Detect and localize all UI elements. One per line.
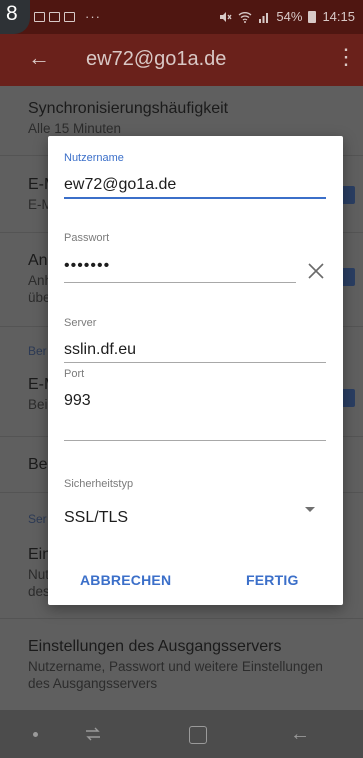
password-field[interactable]: •••••••	[64, 257, 110, 275]
clock: 14:15	[322, 9, 355, 24]
outgoing-server-subtitle-line1: Nutzername, Passwort und weitere Einstel…	[28, 659, 323, 674]
server-field[interactable]: sslin.df.eu	[64, 341, 136, 359]
nav-back-icon[interactable]: ←	[290, 724, 310, 744]
wifi-icon	[238, 11, 252, 23]
username-field[interactable]: ew72@go1a.de	[64, 176, 176, 194]
server-label: Server	[64, 317, 97, 329]
system-indicators: 54% 14:15	[219, 9, 355, 24]
system-nav-bar: ←	[0, 710, 363, 758]
port-field[interactable]: 993	[64, 392, 91, 410]
security-type-label: Sicherheitstyp	[64, 478, 134, 490]
done-button[interactable]: FERTIG	[246, 572, 299, 588]
mute-icon	[220, 11, 232, 22]
sync-frequency-title: Synchronisierungshäufigkeit	[28, 100, 229, 117]
notification-icons: ···	[34, 9, 101, 24]
nav-dot-icon	[33, 732, 38, 737]
username-label: Nutzername	[64, 152, 124, 164]
checkbox-checked[interactable]	[341, 389, 355, 407]
section-header-1: Ber	[28, 344, 47, 358]
server-underline	[64, 362, 326, 363]
outgoing-server-title: Einstellungen des Ausgangsservers	[28, 638, 282, 655]
recent-apps-icon[interactable]	[84, 726, 102, 742]
back-arrow-icon[interactable]: ←	[28, 47, 50, 69]
section-header-2: Ser	[28, 512, 47, 526]
port-label: Port	[64, 368, 85, 380]
image-notification-icon	[34, 11, 45, 22]
sync-frequency-setting[interactable]: Synchronisierungshäufigkeit Alle 15 Minu…	[28, 100, 228, 137]
home-button-icon[interactable]	[189, 726, 207, 744]
clear-password-icon[interactable]	[303, 258, 329, 284]
signal-icon	[259, 12, 269, 23]
security-type-dropdown[interactable]: SSL/TLS	[64, 509, 128, 527]
overflow-menu-icon[interactable]: ⋮	[335, 46, 357, 68]
outgoing-server-settings[interactable]: Einstellungen des Ausgangsservers Nutzer…	[28, 638, 323, 692]
account-title: ew72@go1a.de	[86, 48, 227, 70]
status-bar: 8 ··· 54% 14:15	[0, 0, 363, 34]
sync-frequency-value: Alle 15 Minuten	[28, 121, 122, 136]
battery-icon	[308, 10, 317, 23]
dropdown-arrow-icon[interactable]	[305, 507, 315, 512]
corner-badge: 8	[0, 0, 30, 34]
cancel-button[interactable]: ABBRECHEN	[80, 572, 171, 588]
divider	[0, 618, 363, 619]
incoming-server-dialog: Nutzername ew72@go1a.de Passwort •••••••…	[48, 136, 343, 605]
port-underline	[64, 440, 326, 441]
gallery-notification-icon	[49, 11, 60, 22]
checkbox-checked[interactable]	[341, 268, 355, 286]
outgoing-server-subtitle-line2: des Ausgangsservers	[28, 676, 158, 691]
username-underline	[64, 197, 326, 199]
password-underline	[64, 282, 296, 283]
app-toolbar: ← ew72@go1a.de ⋮	[0, 34, 363, 86]
password-label: Passwort	[64, 232, 110, 244]
more-notifications-indicator: ···	[85, 9, 101, 24]
mail-notification-icon	[64, 11, 75, 22]
checkbox-checked[interactable]	[341, 186, 355, 204]
battery-percent: 54%	[276, 9, 303, 24]
